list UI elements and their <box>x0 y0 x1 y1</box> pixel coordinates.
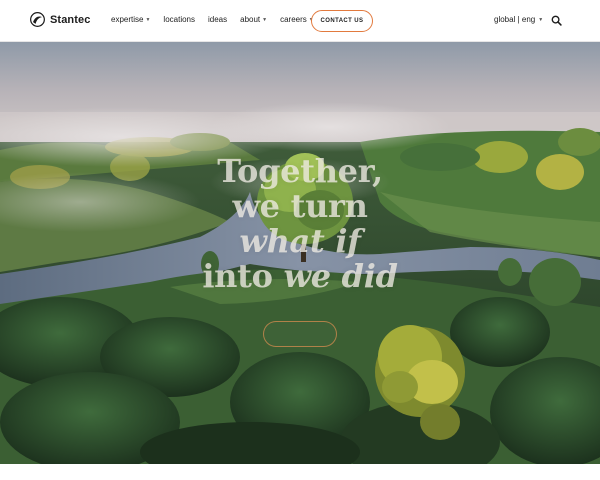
headline-line: we turn <box>232 187 368 225</box>
nav-item-ideas[interactable]: ideas <box>208 15 227 24</box>
headline-line: Together, <box>217 152 383 190</box>
locale-label: global | eng <box>494 15 536 24</box>
page-bottom-strip <box>0 464 600 480</box>
search-icon[interactable] <box>551 15 562 26</box>
chevron-down-icon: ▼ <box>145 16 151 23</box>
hero-banner: Together, we turn what if into we did <box>0 42 600 464</box>
nav-label: careers <box>280 15 307 24</box>
site-header: Stantec expertise ▼ locations ideas abou… <box>0 0 600 42</box>
main-nav: expertise ▼ locations ideas about ▼ care… <box>111 15 314 24</box>
nav-item-expertise[interactable]: expertise ▼ <box>111 15 150 24</box>
headline-line: into we did <box>0 259 600 294</box>
headline-line: what if <box>239 222 361 260</box>
nav-item-about[interactable]: about ▼ <box>240 15 267 24</box>
nav-label: locations <box>163 15 195 24</box>
stantec-logo-icon <box>30 12 45 27</box>
headline-word: into <box>202 257 273 295</box>
chevron-down-icon: ▼ <box>538 16 544 23</box>
contact-us-button[interactable]: CONTACT US <box>311 10 373 32</box>
nav-label: expertise <box>111 15 144 24</box>
nav-item-careers[interactable]: careers ▼ <box>280 15 314 24</box>
nav-label: ideas <box>208 15 228 24</box>
nav-item-locations[interactable]: locations <box>163 15 195 24</box>
hero-cta-button[interactable] <box>263 321 337 347</box>
brand-name: Stantec <box>50 13 91 26</box>
nav-label: about <box>240 15 261 24</box>
hero-headline: Together, we turn what if into we did <box>0 154 600 294</box>
locale-selector[interactable]: global | eng ▼ <box>494 15 543 24</box>
chevron-down-icon: ▼ <box>262 16 268 23</box>
headline-word: we did <box>283 257 398 295</box>
brand-logo[interactable]: Stantec <box>30 12 90 27</box>
